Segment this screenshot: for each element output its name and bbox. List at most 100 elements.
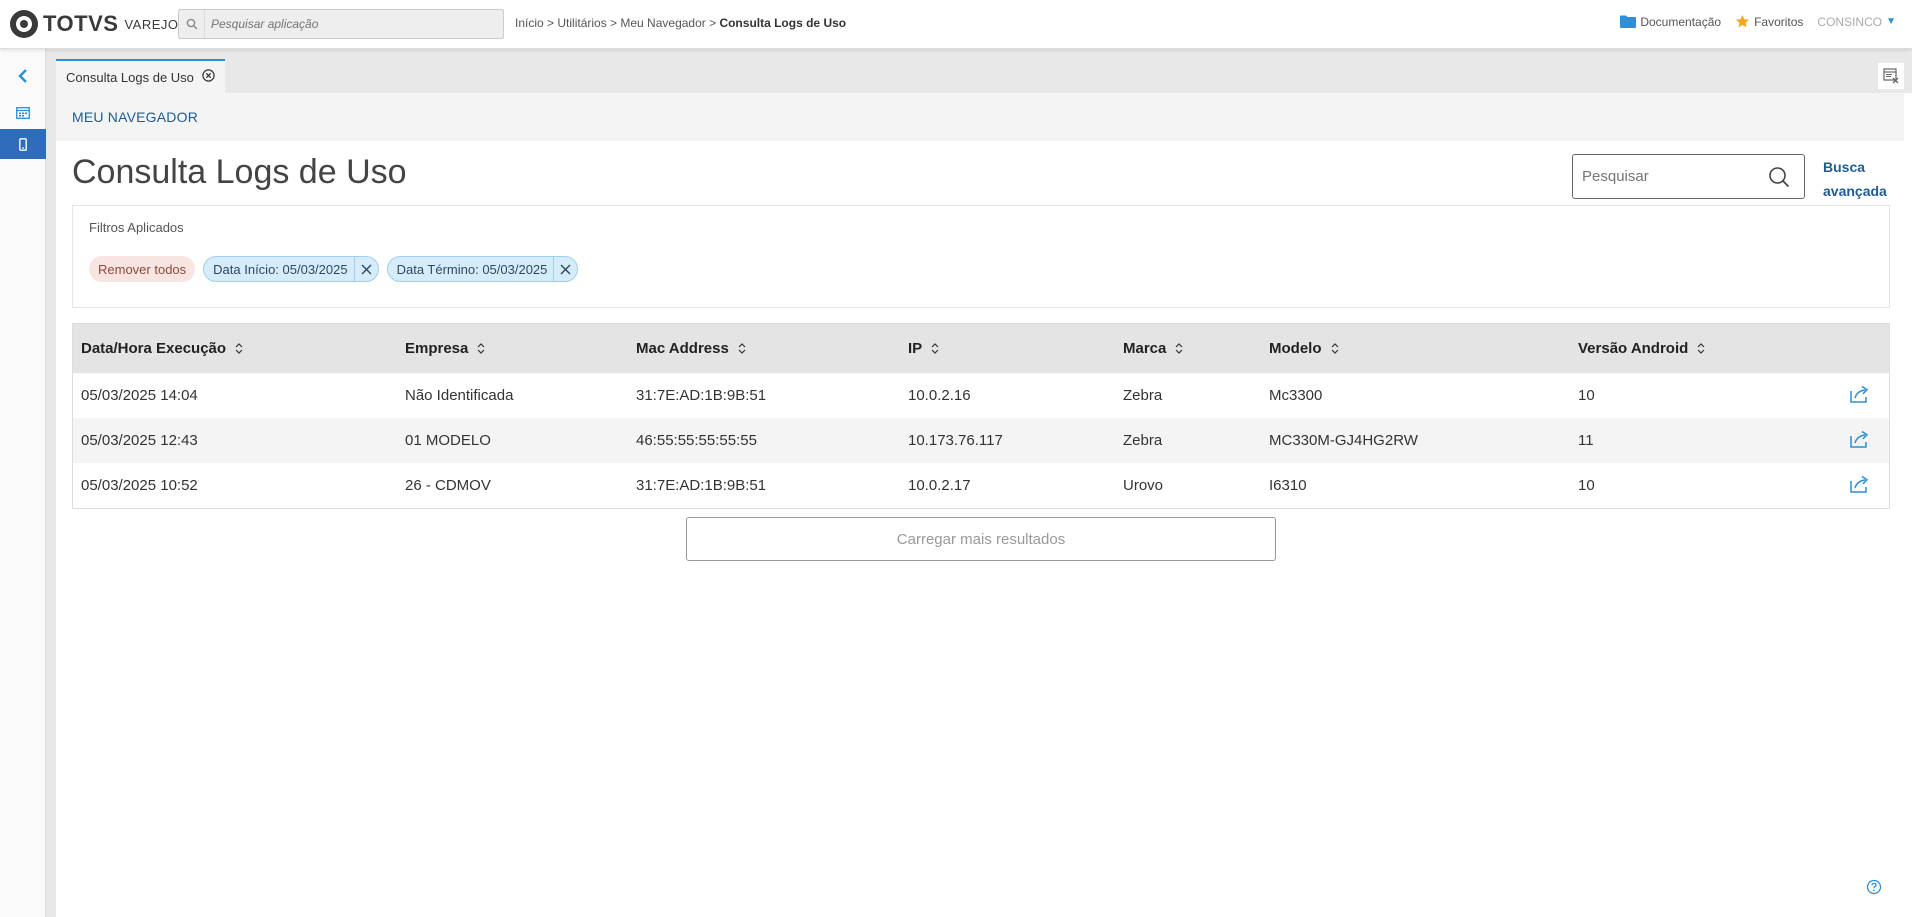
tab-strip: Consulta Logs de Uso — [56, 49, 1912, 93]
tab-consulta-logs[interactable]: Consulta Logs de Uso — [56, 59, 225, 93]
user-menu[interactable]: CONSINCO ▼ — [1817, 15, 1896, 29]
cell-marca: Zebra — [1123, 387, 1163, 404]
cell-modelo: I6310 — [1269, 477, 1307, 494]
share-icon[interactable] — [1849, 383, 1871, 405]
filters-title: Filtros Aplicados — [89, 220, 184, 235]
column-header-ip[interactable]: IP — [908, 324, 939, 373]
help-icon[interactable] — [1866, 879, 1882, 895]
brand-logo[interactable]: TOTVS VAREJO — [10, 10, 179, 38]
left-rail — [0, 49, 46, 917]
filter-chip-label: Data Início: 05/03/2025 — [213, 261, 348, 277]
cell-empresa: 26 - CDMOV — [405, 477, 491, 494]
tab-label: Consulta Logs de Uso — [66, 69, 194, 85]
cell-versao-android: 10 — [1578, 387, 1595, 404]
rail-divider — [46, 49, 56, 917]
clear-screen-icon — [1883, 68, 1899, 84]
cell-ip: 10.0.2.16 — [908, 387, 971, 404]
table-header: Data/Hora Execução Empresa Mac Address I… — [73, 324, 1889, 373]
search-input[interactable] — [1573, 156, 1768, 197]
app-search — [178, 9, 504, 39]
column-header-data-hora[interactable]: Data/Hora Execução — [81, 324, 243, 373]
cell-modelo: MC330M-GJ4HG2RW — [1269, 432, 1418, 449]
table-row: 05/03/2025 14:04 Não Identificada 31:7E:… — [73, 373, 1889, 418]
calendar-icon — [16, 106, 30, 119]
table-row: 05/03/2025 10:52 26 - CDMOV 31:7E:AD:1B:… — [73, 463, 1889, 508]
cell-data-hora: 05/03/2025 12:43 — [81, 432, 198, 449]
documentation-label: Documentação — [1640, 14, 1722, 29]
brand-name: TOTVS — [43, 11, 119, 36]
close-icon[interactable] — [353, 257, 378, 281]
main-content: MEU NAVEGADOR Consulta Logs de Uso Busca… — [56, 93, 1904, 917]
calendar-nav-button[interactable] — [0, 97, 46, 127]
meu-navegador-link[interactable]: MEU NAVEGADOR — [72, 109, 198, 125]
breadcrumb-path[interactable]: Início > Utilitários > Meu Navegador > — [515, 16, 719, 30]
documentation-link[interactable]: Documentação — [1620, 15, 1721, 29]
folder-icon — [1620, 15, 1637, 28]
cell-empresa: Não Identificada — [405, 387, 514, 404]
column-label: Mac Address — [636, 340, 729, 357]
applied-filters: Filtros Aplicados Remover todos Data Iní… — [72, 205, 1890, 308]
cell-mac-address: 31:7E:AD:1B:9B:51 — [636, 387, 767, 404]
close-circle-icon[interactable] — [202, 69, 215, 85]
load-more-button[interactable]: Carregar mais resultados — [686, 517, 1276, 561]
column-header-marca[interactable]: Marca — [1123, 324, 1183, 373]
share-icon[interactable] — [1849, 428, 1871, 450]
breadcrumb-current: Consulta Logs de Uso — [719, 16, 847, 30]
sort-icon — [1175, 343, 1183, 354]
column-header-empresa[interactable]: Empresa — [405, 324, 485, 373]
table-row: 05/03/2025 12:43 01 MODELO 46:55:55:55:5… — [73, 418, 1889, 463]
search-icon[interactable] — [1768, 166, 1790, 188]
cell-empresa: 01 MODELO — [405, 432, 491, 449]
filter-chips: Remover todos Data Início: 05/03/2025 Da… — [89, 256, 586, 282]
breadcrumb: Início > Utilitários > Meu Navegador > C… — [515, 16, 846, 30]
close-icon[interactable] — [553, 257, 577, 281]
cell-data-hora: 05/03/2025 10:52 — [81, 477, 198, 494]
top-right-menu: Documentação Favoritos CONSINCO ▼ — [1606, 14, 1896, 29]
sort-icon — [1331, 343, 1338, 354]
column-label: Versão Android — [1578, 340, 1689, 357]
favorites-link[interactable]: Favoritos — [1735, 14, 1803, 29]
filter-chip-label: Data Término: 05/03/2025 — [396, 261, 548, 277]
remove-all-filters-button[interactable]: Remover todos — [89, 256, 196, 282]
cell-modelo: Mc3300 — [1269, 387, 1323, 404]
clear-screen-button[interactable] — [1878, 63, 1904, 89]
column-header-modelo[interactable]: Modelo — [1269, 324, 1339, 373]
cell-ip: 10.0.2.17 — [908, 477, 971, 494]
advanced-search-link[interactable]: Busca avançada — [1823, 155, 1903, 203]
section-bar: MEU NAVEGADOR — [56, 93, 1904, 141]
mobile-icon — [19, 137, 27, 151]
search-icon[interactable] — [179, 10, 205, 38]
filter-chip-data-inicio: Data Início: 05/03/2025 — [203, 256, 379, 282]
app-search-input[interactable] — [205, 10, 495, 38]
mobile-nav-button[interactable] — [0, 129, 46, 159]
chevron-left-icon — [18, 69, 27, 83]
column-label: IP — [908, 340, 923, 357]
advanced-search-line1: Busca — [1823, 159, 1866, 175]
sort-icon — [1697, 343, 1705, 354]
caret-down-icon: ▼ — [1886, 16, 1896, 27]
advanced-search-line2: avançada — [1823, 183, 1887, 199]
cell-marca: Zebra — [1123, 432, 1163, 449]
cell-data-hora: 05/03/2025 14:04 — [81, 387, 198, 404]
search-box — [1572, 154, 1805, 199]
cell-versao-android: 11 — [1578, 432, 1594, 449]
top-bar: TOTVS VAREJO Início > Utilitários > Meu … — [0, 0, 1912, 49]
page-title: Consulta Logs de Uso — [72, 153, 407, 191]
column-header-versao-android[interactable]: Versão Android — [1578, 324, 1705, 373]
column-label: Empresa — [405, 340, 469, 357]
column-header-mac-address[interactable]: Mac Address — [636, 324, 746, 373]
cell-ip: 10.173.76.117 — [908, 432, 1003, 449]
brand-sub: VAREJO — [124, 16, 179, 32]
share-icon[interactable] — [1849, 473, 1871, 495]
cell-marca: Urovo — [1123, 477, 1164, 494]
column-label: Data/Hora Execução — [81, 340, 227, 357]
user-name: CONSINCO — [1817, 14, 1883, 29]
column-label: Modelo — [1269, 340, 1322, 357]
cell-mac-address: 46:55:55:55:55:55 — [636, 432, 757, 449]
star-icon — [1736, 14, 1750, 28]
column-label: Marca — [1123, 340, 1167, 357]
cell-versao-android: 10 — [1578, 477, 1595, 494]
sort-icon — [738, 343, 746, 354]
favorites-label: Favoritos — [1754, 14, 1804, 29]
collapse-button[interactable] — [0, 61, 46, 91]
